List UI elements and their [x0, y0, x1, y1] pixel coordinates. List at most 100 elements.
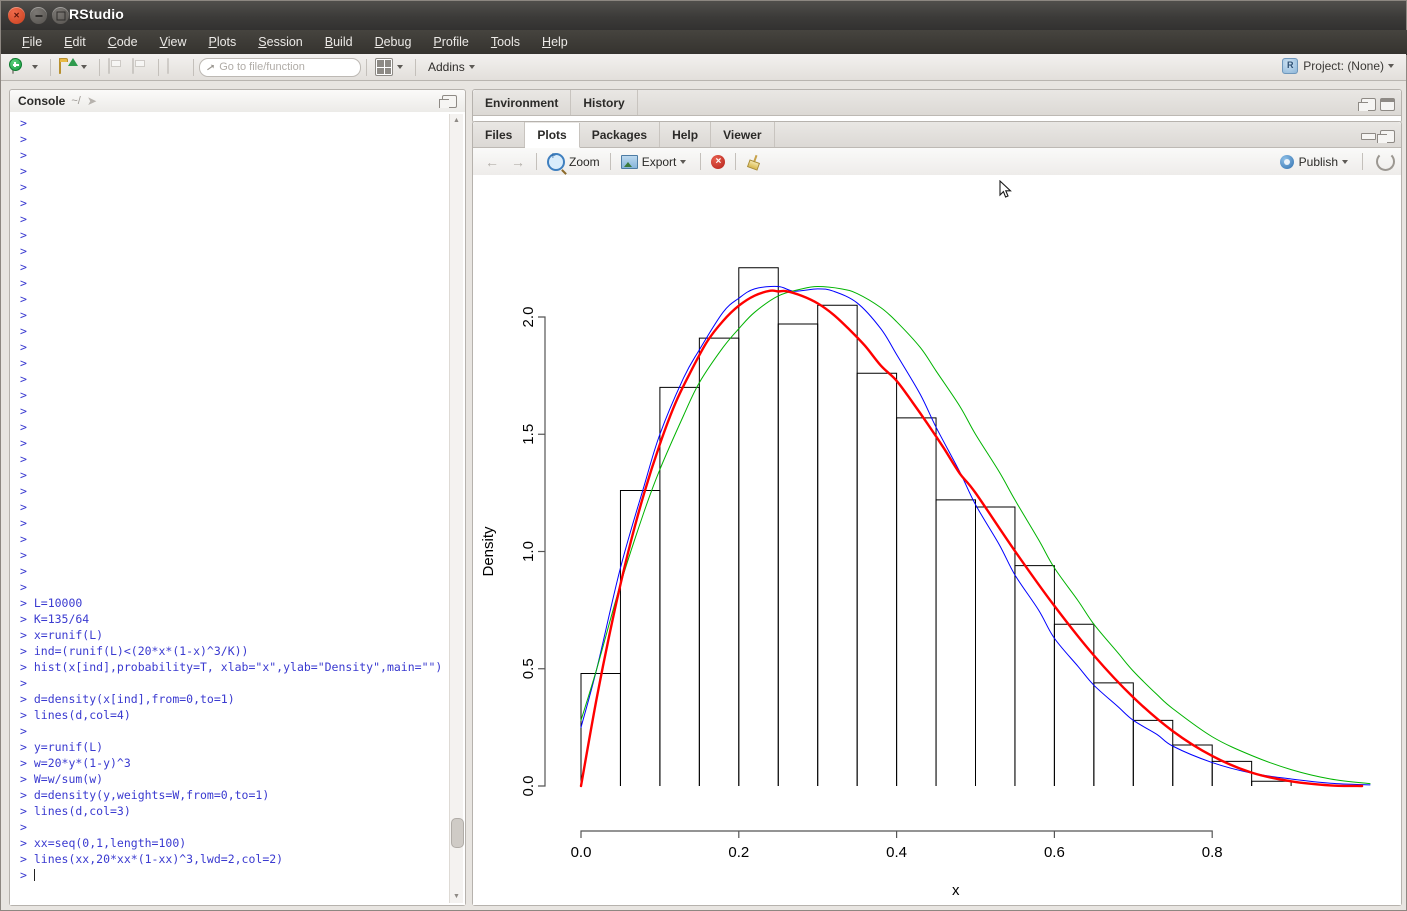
- menu-help[interactable]: Help: [531, 32, 579, 52]
- publish-button[interactable]: Publish: [1275, 153, 1357, 171]
- console-line: > ind=(runif(L)<(20*x*(1-x)^3/K)): [20, 644, 249, 658]
- tab-viewer[interactable]: Viewer: [711, 122, 775, 147]
- menu-file[interactable]: File: [11, 32, 53, 52]
- tab-label: Files: [485, 127, 513, 142]
- zoom-button[interactable]: Zoom: [542, 151, 605, 173]
- console-line: >: [20, 260, 27, 274]
- histogram-density-plot: 0.0 0.2 0.4 0.6 0.8 x 0.0 0.5 1.0 1.5 2.0 Density: [480, 267, 1371, 899]
- density-curve: [579, 289, 1364, 788]
- goto-file-function-input[interactable]: ➞ Go to file/function: [199, 57, 361, 77]
- console-line: >: [20, 196, 27, 210]
- y-tick-label: 1.0: [520, 541, 537, 562]
- x-tick-label: 0.2: [728, 844, 749, 861]
- chevron-down-icon: [468, 65, 475, 69]
- new-file-button[interactable]: [7, 57, 45, 78]
- minimize-pane-icon[interactable]: [1358, 98, 1376, 111]
- console-line: > lines(d,col=4): [20, 708, 131, 722]
- next-plot-button[interactable]: →: [505, 154, 531, 170]
- divider: [193, 58, 194, 76]
- scrollbar-thumb[interactable]: [451, 818, 464, 848]
- histogram-bar: [1093, 682, 1134, 786]
- console-line: >: [20, 516, 27, 530]
- console-line: >: [20, 308, 27, 322]
- divider: [735, 153, 737, 170]
- chevron-down-icon: [1342, 159, 1348, 164]
- maximize-pane-icon[interactable]: [439, 94, 457, 108]
- delete-icon: ×: [711, 154, 726, 169]
- console-line: >: [20, 244, 27, 258]
- console-line: >: [20, 868, 35, 882]
- save-button[interactable]: [105, 57, 129, 78]
- tab-plots[interactable]: Plots: [525, 123, 580, 148]
- remove-plot-button[interactable]: ×: [706, 153, 730, 171]
- maximize-pane-icon[interactable]: [1380, 98, 1395, 111]
- print-button[interactable]: [164, 57, 188, 78]
- refresh-icon[interactable]: [1376, 152, 1395, 171]
- menu-profile[interactable]: Profile: [422, 32, 479, 52]
- console-line: > lines(d,col=3): [20, 804, 131, 818]
- x-tick-label: 0.0: [571, 844, 592, 861]
- console-panel: Console ~/ ➤ > > > > > > > > > > > > > > > > > > > > > > > > > > >…: [9, 89, 466, 906]
- console-line: > hist(x[ind],probability=T, xlab="x",yl…: [20, 660, 443, 674]
- console-scrollbar[interactable]: ▲ ▼: [449, 114, 464, 903]
- tab-packages[interactable]: Packages: [580, 122, 661, 147]
- addins-button[interactable]: Addins: [421, 57, 482, 78]
- chevron-down-icon: [1388, 64, 1394, 68]
- project-menu[interactable]: R Project: (None): [1282, 58, 1398, 74]
- histogram-bar: [975, 506, 1016, 786]
- histogram-bar: [698, 337, 740, 786]
- menu-tools[interactable]: Tools: [480, 32, 531, 52]
- chevron-down-icon: [32, 65, 38, 69]
- open-file-button[interactable]: [56, 57, 94, 78]
- tab-environment[interactable]: Environment: [473, 90, 572, 115]
- tab-help[interactable]: Help: [660, 122, 712, 147]
- pane-layout-button[interactable]: [372, 57, 410, 78]
- clear-all-plots-button[interactable]: [741, 153, 766, 171]
- scroll-up-icon[interactable]: ▲: [450, 114, 463, 127]
- console-line: >: [20, 500, 27, 514]
- x-axis-label: x: [952, 882, 960, 899]
- menu-code[interactable]: Code: [97, 32, 149, 52]
- open-in-new-window-icon[interactable]: ➤: [87, 94, 97, 108]
- console-line: > W=w/sum(w): [20, 772, 104, 786]
- export-label: Export: [641, 154, 677, 169]
- divider: [366, 58, 367, 76]
- console-line: >: [20, 228, 27, 242]
- scroll-down-icon[interactable]: ▼: [450, 890, 463, 903]
- window-controls: ×: [8, 7, 69, 24]
- menu-bar: File Edit Code View Plots Session Build …: [1, 30, 1407, 55]
- histogram-bar: [1132, 719, 1174, 786]
- console-line: > L=10000: [20, 596, 83, 610]
- chevron-down-icon: [680, 159, 687, 164]
- maximize-pane-icon[interactable]: [1377, 130, 1395, 143]
- zoom-icon: [547, 151, 565, 171]
- tab-label: Environment: [485, 95, 559, 110]
- plot-canvas[interactable]: 0.0 0.2 0.4 0.6 0.8 x 0.0 0.5 1.0 1.5 2.0 Density: [473, 175, 1401, 905]
- menu-view[interactable]: View: [149, 32, 198, 52]
- console-line: >: [20, 548, 27, 562]
- close-window-button[interactable]: ×: [8, 7, 25, 24]
- console-line: >: [20, 388, 27, 402]
- menu-debug[interactable]: Debug: [364, 32, 423, 52]
- minimize-window-button[interactable]: [30, 7, 47, 24]
- y-tick-label: 1.5: [520, 424, 537, 445]
- menu-build[interactable]: Build: [314, 32, 364, 52]
- save-icon: [108, 58, 126, 75]
- tab-files[interactable]: Files: [473, 122, 526, 147]
- console-line: >: [20, 404, 27, 418]
- menu-plots[interactable]: Plots: [197, 32, 247, 52]
- console-window-controls: [439, 94, 457, 108]
- save-all-button[interactable]: [129, 57, 153, 78]
- menu-edit[interactable]: Edit: [53, 32, 97, 52]
- console-line: > xx=seq(0,1,length=100): [20, 836, 187, 850]
- console-output[interactable]: > > > > > > > > > > > > > > > > > > > > > > > > > > > > > > > L=10000 >…: [10, 112, 465, 905]
- tab-history[interactable]: History: [571, 90, 638, 115]
- maximize-window-button[interactable]: [52, 7, 69, 24]
- histogram-bar: [659, 386, 700, 786]
- divider: [50, 58, 51, 76]
- export-button[interactable]: Export: [616, 153, 696, 171]
- previous-plot-button[interactable]: ←: [479, 154, 505, 170]
- menu-session[interactable]: Session: [247, 32, 313, 52]
- minimize-pane-icon[interactable]: [1361, 133, 1376, 140]
- histogram-bar: [619, 490, 661, 786]
